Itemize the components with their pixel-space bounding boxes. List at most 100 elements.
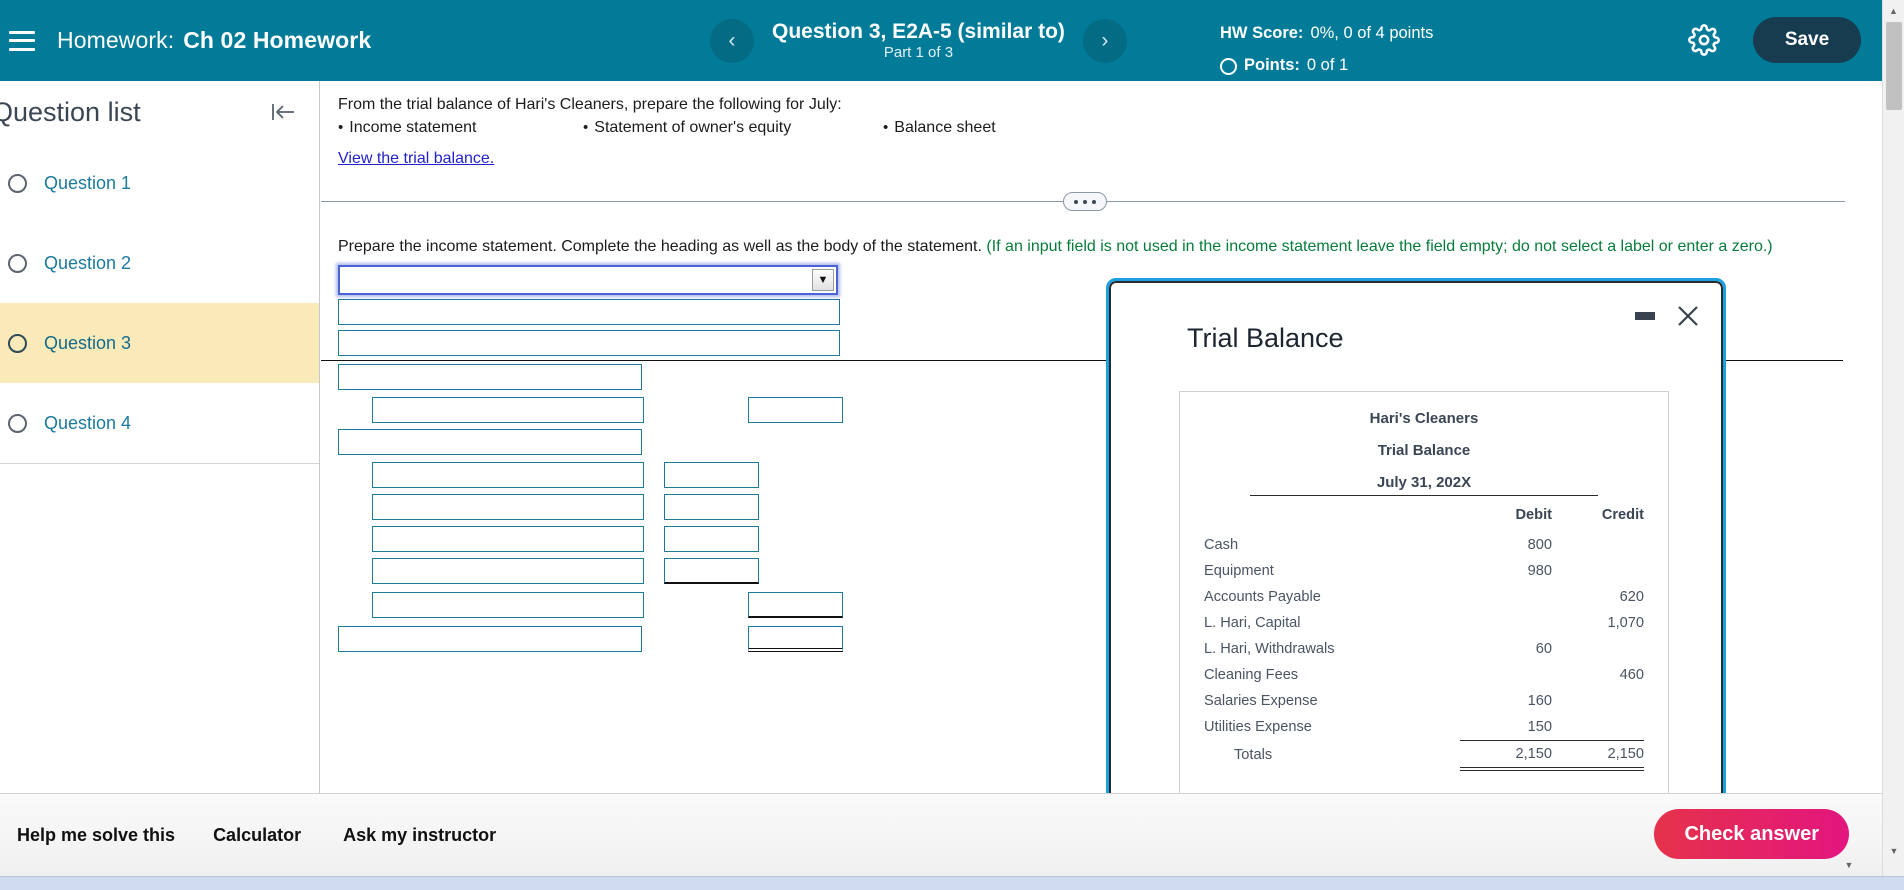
tb-date: July 31, 202X: [1376, 474, 1472, 491]
body-label-7-input[interactable]: [372, 558, 644, 584]
tb-col-account: [1204, 504, 1460, 532]
tb-col-credit: Credit: [1601, 507, 1644, 523]
tb-totals-debit: 2,150: [1460, 740, 1552, 771]
bullet-item: Balance sheet: [883, 119, 995, 137]
sidebar-item-label: Question 3: [44, 332, 132, 353]
minimize-icon[interactable]: [1635, 312, 1655, 320]
tb-company-name: Hari's Cleaners: [1369, 410, 1479, 427]
tb-debit: 800: [1527, 537, 1552, 553]
tb-account: Equipment: [1204, 563, 1274, 579]
question-list-sidebar: Question list Question 1 Question 2 Ques…: [0, 81, 320, 793]
body-amount-9-input[interactable]: [748, 626, 843, 652]
sidebar-item-question-4[interactable]: Question 4: [0, 383, 319, 463]
calculator-button[interactable]: Calculator: [213, 825, 301, 846]
body-amount-4-input[interactable]: [664, 462, 759, 488]
drag-dots-icon[interactable]: [1063, 192, 1107, 211]
tb-credit: [1552, 636, 1644, 662]
homework-label: Homework:: [57, 27, 175, 53]
heading-line-3-input[interactable]: [338, 330, 840, 356]
body-label-8-input[interactable]: [372, 592, 644, 618]
collapse-left-icon[interactable]: [269, 100, 297, 124]
next-question-button[interactable]: ›: [1082, 18, 1127, 63]
prompt-line: From the trial balance of Hari's Cleaner…: [338, 96, 842, 113]
check-answer-button[interactable]: Check answer: [1654, 809, 1849, 859]
application-root: Homework: Ch 02 Homework ‹ Question 3, E…: [0, 0, 1904, 890]
points-status-icon: [1220, 57, 1237, 75]
trial-balance-table: Debit Credit Cash 800 Equipment 980 Acco…: [1204, 504, 1644, 771]
help-me-solve-this-button[interactable]: Help me solve this: [17, 825, 175, 846]
table-row: Salaries Expense 160: [1204, 688, 1644, 714]
question-heading: Question 3, E2A-5 (similar to) Part 1 of…: [772, 19, 1065, 63]
score-summary: HW Score: 0%, 0 of 4 points Points: 0 of…: [1220, 18, 1433, 82]
tb-account: Accounts Payable: [1204, 589, 1321, 605]
prompt-bullets: Income statement Statement of owner's eq…: [338, 119, 1861, 137]
view-trial-balance-link[interactable]: View the trial balance.: [338, 150, 494, 168]
course-name: Ch 02 Homework: [183, 27, 372, 53]
page-title: Homework: Ch 02 Homework: [57, 27, 371, 54]
question-prompt: From the trial balance of Hari's Cleaner…: [321, 81, 1861, 168]
question-status-icon: [8, 413, 27, 433]
question-status-icon: [8, 173, 27, 193]
heading-line-2-input[interactable]: [338, 299, 840, 325]
scrollbar-thumb[interactable]: [1886, 22, 1902, 110]
tb-account: Salaries Expense: [1204, 693, 1318, 709]
tb-debit: [1460, 584, 1552, 610]
hw-score-row: HW Score: 0%, 0 of 4 points: [1220, 18, 1433, 50]
tb-account: Cash: [1204, 537, 1239, 553]
app-header: Homework: Ch 02 Homework ‹ Question 3, E…: [0, 0, 1896, 81]
close-icon[interactable]: [1675, 303, 1701, 329]
body-label-3-input[interactable]: [338, 429, 642, 455]
scroll-down-secondary-icon[interactable]: ▼: [1838, 854, 1860, 876]
scroll-down-icon[interactable]: ▼: [1883, 840, 1904, 862]
vertical-scrollbar[interactable]: ▲ ▼: [1882, 0, 1904, 876]
body-amount-6-input[interactable]: [664, 526, 759, 552]
hamburger-icon[interactable]: [9, 30, 35, 51]
tb-totals-credit: 2,150: [1552, 740, 1644, 771]
body-label-4-input[interactable]: [372, 462, 644, 488]
table-header-row: Debit Credit: [1204, 504, 1644, 532]
prev-question-button[interactable]: ‹: [710, 18, 754, 63]
question-status-icon: [8, 333, 27, 353]
gear-icon[interactable]: [1688, 24, 1720, 56]
body-label-9-input[interactable]: [338, 626, 642, 652]
heading-label-select[interactable]: ▼: [338, 265, 838, 295]
instruction-note: (If an input field is not used in the in…: [986, 238, 1773, 255]
body-label-2-input[interactable]: [372, 397, 644, 423]
sidebar-item-question-3[interactable]: Question 3: [0, 303, 319, 383]
sidebar-item-question-2[interactable]: Question 2: [0, 223, 319, 303]
sidebar-header: Question list: [0, 81, 319, 143]
taskbar-strip: [0, 876, 1904, 890]
scroll-up-icon[interactable]: ▲: [1883, 0, 1904, 22]
body-amount-8-input[interactable]: [748, 592, 843, 618]
tb-debit: [1460, 610, 1552, 636]
question-status-icon: [8, 253, 27, 273]
table-row: Accounts Payable 620: [1204, 584, 1644, 610]
bullet-item: Statement of owner's equity: [583, 119, 883, 137]
save-button[interactable]: Save: [1753, 17, 1861, 63]
tb-credit: 460: [1619, 667, 1644, 683]
table-row: Equipment 980: [1204, 558, 1644, 584]
sidebar-item-label: Question 4: [44, 412, 132, 433]
tb-account: Utilities Expense: [1204, 719, 1312, 736]
caret-down-icon[interactable]: ▼: [812, 269, 834, 291]
ask-my-instructor-button[interactable]: Ask my instructor: [343, 825, 496, 846]
body-label-5-input[interactable]: [372, 494, 644, 520]
tb-account: L. Hari, Withdrawals: [1204, 641, 1335, 657]
points-label: Points:: [1244, 56, 1300, 75]
sidebar-divider: [0, 463, 319, 464]
bullet-label: Income statement: [349, 119, 477, 136]
body-label-6-input[interactable]: [372, 526, 644, 552]
points-value: 0 of 1: [1306, 56, 1349, 75]
tb-debit: 160: [1527, 693, 1552, 709]
tb-debit: 150: [1460, 714, 1552, 741]
body-amount-5-input[interactable]: [664, 494, 759, 520]
body-label-1-input[interactable]: [338, 364, 642, 390]
body-amount-7-input[interactable]: [664, 558, 759, 584]
table-row: L. Hari, Capital 1,070: [1204, 610, 1644, 636]
question-part: Part 1 of 3: [883, 44, 954, 62]
body-amount-2-input[interactable]: [748, 397, 843, 423]
hw-score-value: 0%, 0 of 4 points: [1310, 24, 1434, 43]
tb-credit: [1552, 532, 1644, 558]
sidebar-item-label: Question 1: [44, 172, 132, 193]
sidebar-item-question-1[interactable]: Question 1: [0, 143, 319, 223]
